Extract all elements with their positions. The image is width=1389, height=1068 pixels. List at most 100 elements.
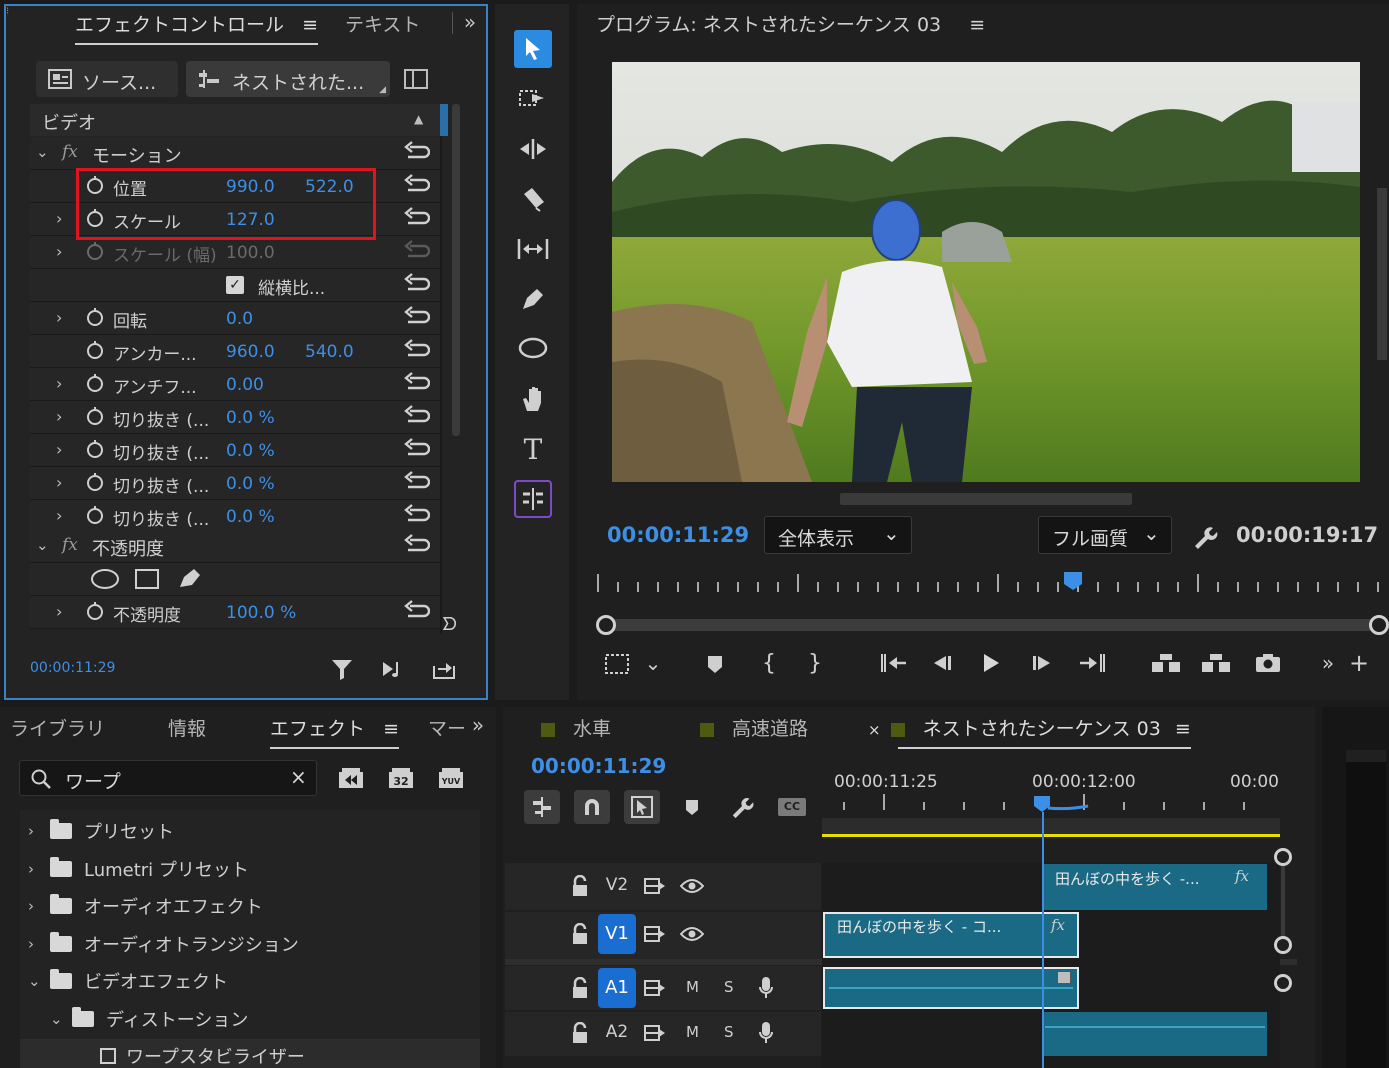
chevron-down-icon[interactable]: ⌄ [36,536,49,554]
tree-item[interactable]: › Lumetri プリセット [28,852,249,886]
tab-sequence[interactable]: × ネストされたシーケンス 03 ≡ [868,714,1191,749]
property-row[interactable]: › 切り抜き (... 0.0 % [30,401,440,434]
chevron-right-icon[interactable]: › [56,440,62,459]
safe-margins-icon[interactable] [604,653,630,675]
mute-button[interactable]: M [686,1023,699,1041]
step-forward-icon[interactable] [1030,654,1052,672]
razor-tool-icon[interactable] [514,180,552,218]
clip-a2[interactable] [1043,1012,1267,1056]
solo-button[interactable]: S [724,978,734,996]
tree-item[interactable]: › オーディオエフェクト [28,889,263,923]
reset-icon[interactable] [402,306,430,328]
property-row[interactable]: ✓ 縦横比... [30,269,440,302]
nest-toggle-button[interactable] [524,790,560,824]
property-value-2[interactable]: 540.0 [305,342,354,362]
reset-icon[interactable] [402,438,430,460]
sync-lock-icon[interactable] [644,1024,666,1042]
chevron-right-icon[interactable]: › [56,407,62,426]
property-row[interactable]: › 切り抜き (... 0.0 % [30,467,440,500]
effects-search-input[interactable]: ワープ × [19,760,317,796]
tab-effects[interactable]: エフェクト ≡ [270,714,399,749]
remix-tool-icon[interactable] [514,480,552,518]
menu-icon[interactable]: ≡ [1175,718,1191,740]
sync-lock-icon[interactable] [644,979,666,997]
property-row[interactable]: › 回転 0.0 [30,302,440,335]
tab-text[interactable]: テキスト [345,10,420,37]
accelerated-effects-icon[interactable] [337,766,365,790]
property-value-1[interactable]: 0.0 % [226,474,275,494]
go-to-out-icon[interactable] [1078,652,1106,674]
opacity-value[interactable]: 100.0 % [226,603,296,623]
step-back-icon[interactable] [932,654,954,672]
mark-out-icon[interactable]: } [806,650,824,676]
in-range-handle[interactable] [596,615,616,635]
reset-icon[interactable] [402,534,430,556]
fx-icon[interactable]: fx [62,142,78,162]
property-row[interactable]: › アンチフ... 0.00 [30,368,440,401]
checkbox[interactable]: ✓ [226,276,244,294]
selection-tool-icon[interactable] [514,30,552,68]
scroll-thumb[interactable] [440,104,448,136]
stopwatch-icon[interactable] [86,440,104,458]
lift-icon[interactable] [1150,652,1182,674]
track-scroll-handle[interactable] [1274,936,1292,954]
stopwatch-icon[interactable] [86,407,104,425]
stopwatch-icon[interactable] [86,308,104,326]
reset-icon[interactable] [402,240,430,262]
microphone-icon[interactable] [758,976,774,1000]
chevron-down-icon[interactable]: ⌄ [28,972,50,990]
timeline-ruler[interactable] [822,794,1282,816]
scroll-right-icon[interactable]: ᗤ [442,614,457,635]
timeline-current-time[interactable]: 00:00:11:29 [531,754,666,778]
export-icon[interactable] [432,658,456,680]
filter-icon[interactable] [331,658,353,680]
property-row[interactable]: › 切り抜き (... 0.0 % [30,434,440,467]
reset-icon[interactable] [402,372,430,394]
chevron-right-icon[interactable]: › [28,897,50,915]
tab-info[interactable]: 情報 [168,714,206,741]
tab-libraries[interactable]: ライブラリ [10,714,105,741]
chevron-right-icon[interactable]: › [56,602,62,621]
button-editor-icon[interactable]: + [1348,649,1370,677]
chevron-right-icon[interactable]: › [56,506,62,525]
export-frame-icon[interactable] [1255,653,1281,673]
tab-effect-controls[interactable]: エフェクトコントロール ≡ [75,10,318,45]
motion-effect-row[interactable]: ⌄ fx モーション [30,137,440,170]
expand-panels-icon[interactable]: » [458,10,482,34]
tab-sequence[interactable]: 高速道路 [700,714,808,741]
tree-item[interactable]: ⌄ ビデオエフェクト [28,964,228,998]
reset-icon[interactable] [402,273,430,295]
property-value-1[interactable]: 0.0 % [226,507,275,527]
add-marker-icon[interactable] [706,654,724,674]
stopwatch-icon[interactable] [86,473,104,491]
32bit-effects-icon[interactable]: 32 [387,766,415,790]
tree-item[interactable]: ⌄ ディストーション [50,1002,248,1036]
wrench-icon[interactable] [1192,524,1218,550]
chevron-right-icon[interactable]: › [56,308,62,327]
track-scroll-handle[interactable] [1274,848,1292,866]
solo-button[interactable]: S [724,1023,734,1041]
lock-icon[interactable] [571,1022,589,1044]
timeline-playhead[interactable] [1042,812,1044,1068]
more-buttons-icon[interactable]: » [1316,650,1340,676]
chevron-right-icon[interactable]: › [56,242,62,261]
captions-button[interactable]: CC [778,798,806,816]
reset-icon[interactable] [402,141,430,163]
reset-icon[interactable] [402,339,430,361]
track-scroll-handle[interactable] [1274,974,1292,992]
sync-lock-icon[interactable] [644,877,666,895]
clear-search-icon[interactable]: × [290,765,307,789]
extract-icon[interactable] [1200,652,1232,674]
track-target-v2[interactable]: V2 [598,875,636,899]
monitor-scrollbar[interactable] [840,493,1132,505]
lock-icon[interactable] [571,977,589,999]
quality-select[interactable]: フル画質 ⌄ [1038,516,1172,554]
eye-icon[interactable] [680,878,704,894]
pen-tool-icon[interactable] [514,280,552,318]
playhead-range-bar[interactable] [604,619,1380,631]
hand-tool-icon[interactable] [514,380,552,418]
stopwatch-icon[interactable] [86,341,104,359]
fx-icon[interactable]: fx [62,535,78,555]
right-scroll-edge[interactable] [1377,188,1387,360]
property-value-1[interactable]: 960.0 [226,342,275,362]
